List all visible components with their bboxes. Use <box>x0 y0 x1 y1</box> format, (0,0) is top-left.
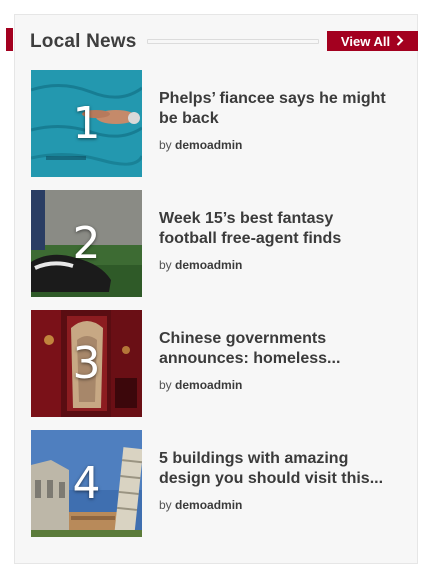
by-label: by <box>159 258 172 272</box>
news-meta: by demoadmin <box>159 498 409 512</box>
news-title-link[interactable]: Chinese governments announces: homeless.… <box>159 329 409 369</box>
news-title-link[interactable]: Phelps’ fiancee says he might be back <box>159 89 409 129</box>
widget-header: Local News View All <box>15 29 419 55</box>
news-item: 3 Chinese governments announces: homeles… <box>15 310 419 430</box>
news-title-link[interactable]: Week 15’s best fantasy football free-age… <box>159 209 409 249</box>
rank-number: 1 <box>72 98 101 149</box>
news-title-link[interactable]: 5 buildings with amazing design you shou… <box>159 449 409 489</box>
view-all-button[interactable]: View All <box>327 31 418 51</box>
rank-number: 3 <box>72 338 101 389</box>
author-link[interactable]: demoadmin <box>175 258 242 272</box>
news-text: Week 15’s best fantasy football free-age… <box>159 209 409 272</box>
news-text: Chinese governments announces: homeless.… <box>159 329 409 392</box>
news-text: Phelps’ fiancee says he might be back by… <box>159 89 409 152</box>
accent-bar <box>6 28 13 51</box>
widget-title: Local News <box>30 31 137 52</box>
news-item: 4 5 buildings with amazing design you sh… <box>15 430 419 550</box>
news-meta: by demoadmin <box>159 378 409 392</box>
news-title-line: football free-agent finds <box>159 230 342 247</box>
author-link[interactable]: demoadmin <box>175 138 242 152</box>
news-list: 1 Phelps’ fiancee says he might be back … <box>15 70 419 550</box>
news-title-line: 5 buildings with amazing <box>159 450 349 467</box>
header-divider <box>147 39 319 44</box>
news-text: 5 buildings with amazing design you shou… <box>159 449 409 512</box>
chevron-right-icon <box>396 34 404 48</box>
view-all-label: View All <box>340 33 391 49</box>
news-title-line: announces: homeless... <box>159 350 341 367</box>
news-title-line: Week 15’s best fantasy <box>159 210 334 227</box>
news-meta: by demoadmin <box>159 258 409 272</box>
news-thumbnail[interactable]: 2 <box>31 190 142 297</box>
news-thumbnail[interactable]: 4 <box>31 430 142 537</box>
by-label: by <box>159 378 172 392</box>
local-news-widget: Local News View All 1 Phelps’ fiancee sa… <box>14 14 418 564</box>
rank-number: 2 <box>72 218 101 269</box>
news-title-line: design you should visit this... <box>159 470 384 487</box>
by-label: by <box>159 138 172 152</box>
news-item: 2 Week 15’s best fantasy football free-a… <box>15 190 419 310</box>
news-title-line: Chinese governments <box>159 330 327 347</box>
by-label: by <box>159 498 172 512</box>
news-meta: by demoadmin <box>159 138 409 152</box>
author-link[interactable]: demoadmin <box>175 378 242 392</box>
news-thumbnail[interactable]: 1 <box>31 70 142 177</box>
news-thumbnail[interactable]: 3 <box>31 310 142 417</box>
news-title-line: be back <box>159 110 219 127</box>
author-link[interactable]: demoadmin <box>175 498 242 512</box>
news-title-line: Phelps’ fiancee says he might <box>159 90 386 107</box>
rank-number: 4 <box>72 458 101 509</box>
news-item: 1 Phelps’ fiancee says he might be back … <box>15 70 419 190</box>
